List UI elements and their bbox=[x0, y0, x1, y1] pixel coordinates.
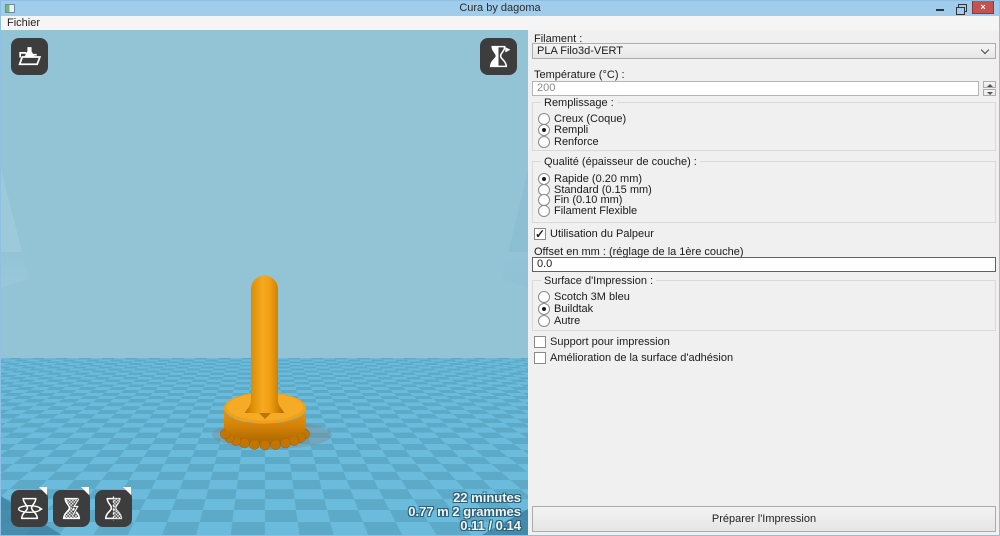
temperature-label: Température (°C) : bbox=[534, 69, 625, 81]
radio-label: Scotch 3M bleu bbox=[554, 291, 630, 303]
3d-viewport[interactable]: 22 minutes 0.77 m 2 grammes 0.11 / 0.14 bbox=[1, 30, 528, 535]
menu-fichier[interactable]: Fichier bbox=[7, 17, 40, 29]
menubar: Fichier bbox=[1, 16, 999, 30]
settings-panel: Filament : PLA Filo3d-VERT Température (… bbox=[528, 30, 999, 535]
checkbox-label: Support pour impression bbox=[550, 336, 670, 348]
chevron-down-icon bbox=[980, 45, 990, 55]
print-time: 22 minutes bbox=[453, 490, 521, 505]
spin-down-icon[interactable] bbox=[983, 89, 996, 96]
model-3d-object[interactable] bbox=[186, 240, 346, 485]
checkbox-icon bbox=[534, 336, 546, 348]
spin-up-icon[interactable] bbox=[983, 81, 996, 88]
checkbox-support[interactable]: Support pour impression bbox=[534, 336, 670, 348]
load-model-button[interactable] bbox=[11, 38, 48, 75]
radio-label: Buildtak bbox=[554, 303, 594, 315]
application-window: Cura by dagoma × Fichier 22 minutes 0.77… bbox=[0, 0, 1000, 536]
radio-autre[interactable]: Autre bbox=[538, 315, 580, 327]
filament-select[interactable]: PLA Filo3d-VERT bbox=[532, 43, 996, 59]
surface-legend: Surface d'Impression : bbox=[541, 275, 657, 287]
filament-value: PLA Filo3d-VERT bbox=[537, 45, 624, 57]
window-title: Cura by dagoma bbox=[459, 2, 541, 14]
view-mode-button[interactable] bbox=[480, 38, 517, 75]
print-cost: 0.11 / 0.14 bbox=[460, 518, 521, 533]
radio-filament-flexible[interactable]: Filament Flexible bbox=[538, 205, 637, 217]
radio-scotch[interactable]: Scotch 3M bleu bbox=[538, 291, 630, 303]
surface-group: Surface d'Impression : Scotch 3M bleu Bu… bbox=[532, 275, 996, 331]
scale-icon bbox=[62, 497, 81, 520]
radio-icon bbox=[538, 136, 550, 148]
load-model-icon bbox=[18, 47, 42, 66]
checkbox-icon bbox=[534, 352, 546, 364]
temperature-input[interactable]: 200 bbox=[532, 81, 979, 96]
radio-label: Filament Flexible bbox=[554, 205, 638, 217]
prepare-print-button[interactable]: Préparer l'Impression bbox=[532, 506, 996, 532]
remplissage-legend: Remplissage : bbox=[541, 97, 617, 109]
close-button[interactable]: × bbox=[972, 1, 994, 14]
rotate-tool-button[interactable] bbox=[11, 487, 48, 527]
qualite-group: Qualité (épaisseur de couche) : Rapide (… bbox=[532, 156, 996, 223]
offset-input[interactable]: 0.0 bbox=[532, 257, 996, 272]
rotate-icon bbox=[17, 497, 43, 520]
radio-label: Renforce bbox=[554, 136, 599, 148]
checkbox-label: Amélioration de la surface d'adhésion bbox=[550, 352, 734, 364]
titlebar[interactable]: Cura by dagoma × bbox=[1, 1, 999, 16]
mirror-tool-button[interactable] bbox=[95, 487, 132, 527]
minimize-button[interactable] bbox=[933, 1, 947, 16]
print-stats: 22 minutes 0.77 m 2 grammes 0.11 / 0.14 bbox=[408, 491, 521, 533]
checkbox-icon bbox=[534, 227, 546, 241]
radio-icon bbox=[538, 291, 550, 303]
mirror-icon bbox=[104, 496, 123, 521]
radio-icon bbox=[538, 124, 550, 136]
radio-renforce[interactable]: Renforce bbox=[538, 136, 599, 148]
scale-tool-button[interactable] bbox=[53, 487, 90, 527]
radio-icon bbox=[538, 205, 550, 217]
remplissage-group: Remplissage : Creux (Coque) Rempli Renfo… bbox=[532, 97, 996, 151]
view-mode-icon bbox=[489, 45, 511, 68]
print-material: 0.77 m 2 grammes bbox=[408, 504, 521, 519]
radio-rempli[interactable]: Rempli bbox=[538, 124, 588, 136]
radio-icon bbox=[538, 315, 550, 327]
maximize-button[interactable] bbox=[953, 1, 967, 16]
radio-label: Autre bbox=[554, 315, 581, 327]
temperature-spinner[interactable] bbox=[983, 81, 996, 96]
radio-label: Rempli bbox=[554, 124, 589, 136]
checkbox-adhesion[interactable]: Amélioration de la surface d'adhésion bbox=[534, 352, 733, 364]
qualite-legend: Qualité (épaisseur de couche) : bbox=[541, 156, 700, 168]
radio-buildtak[interactable]: Buildtak bbox=[538, 303, 593, 315]
checkbox-label: Utilisation du Palpeur bbox=[550, 228, 654, 240]
checkbox-palpeur[interactable]: Utilisation du Palpeur bbox=[534, 227, 654, 241]
radio-icon bbox=[538, 303, 550, 315]
